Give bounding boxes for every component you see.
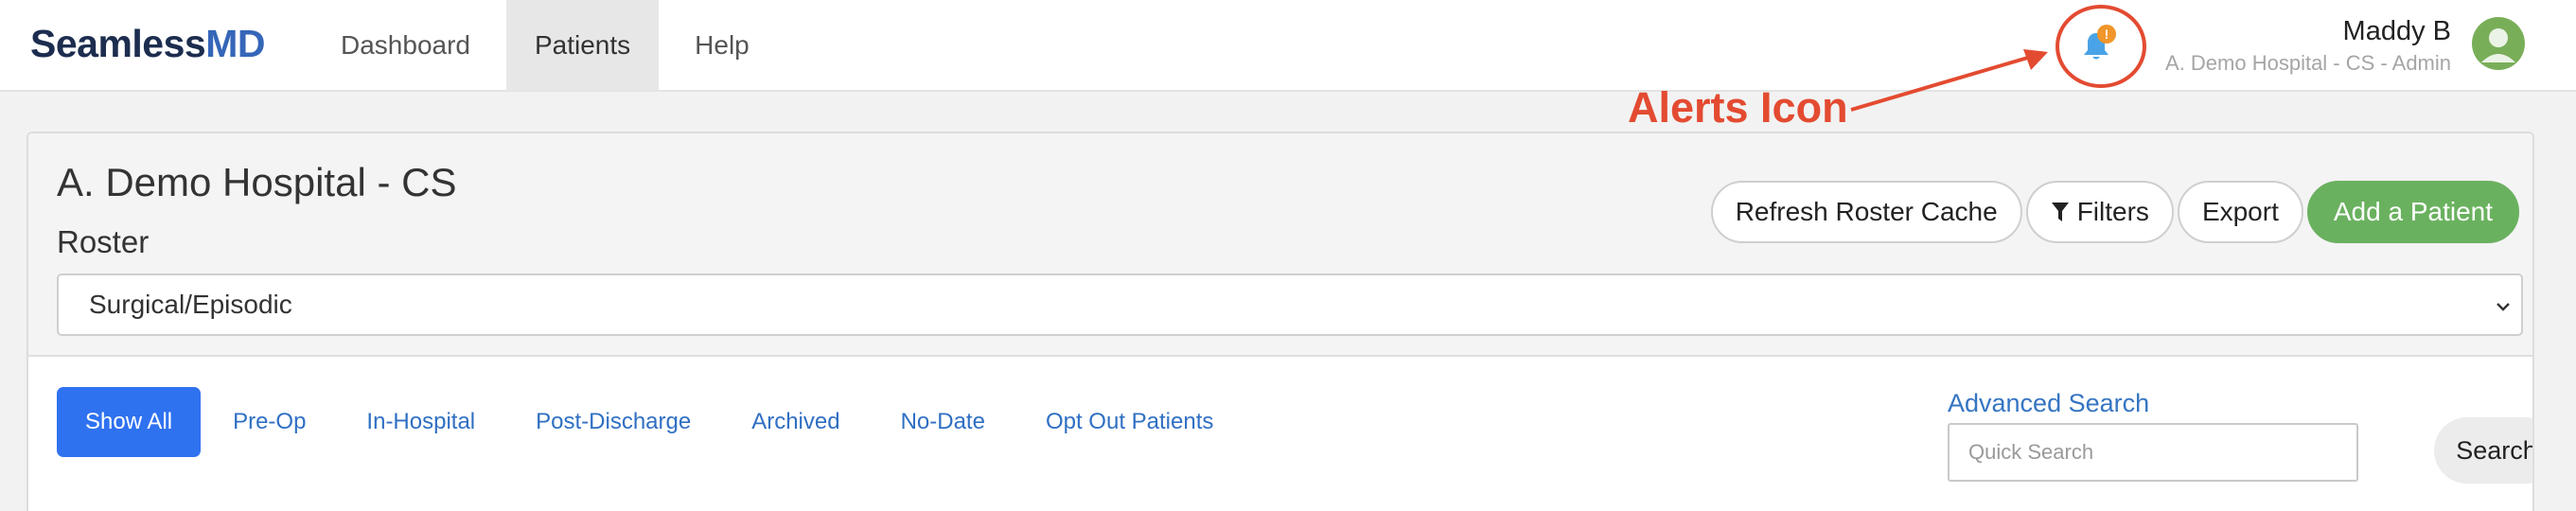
tab-post-discharge[interactable]: Post-Discharge [507,387,719,457]
user-name: Maddy B [2342,16,2451,46]
roster-panel: A. Demo Hospital - CS Roster Refresh Ros… [26,132,2534,511]
main-nav: Dashboard Patients Help [322,0,785,91]
seamlessmd-logo[interactable]: SeamlessMD [30,17,265,70]
advanced-search-link[interactable]: Advanced Search [1948,389,2149,418]
add-patient-button[interactable]: Add a Patient [2306,181,2519,243]
user-info[interactable]: Maddy B A. Demo Hospital - CS - Admin [2165,13,2451,78]
tab-show-all[interactable]: Show All [57,387,202,457]
roster-select-value: Surgical/Episodic [89,290,292,319]
nav-help[interactable]: Help [676,0,768,91]
tab-no-date[interactable]: No-Date [873,387,1014,457]
annotation-arrow-icon [1850,49,2048,112]
search-button[interactable]: Search [2434,417,2532,484]
chevron-down-icon [2497,303,2510,311]
refresh-roster-cache-button[interactable]: Refresh Roster Cache [1710,181,2022,243]
filters-button-label: Filters [2076,197,2149,226]
roster-label: Roster [57,224,150,259]
panel-header: A. Demo Hospital - CS Roster Refresh Ros… [28,133,2532,357]
top-navbar: SeamlessMD Dashboard Patients Help ! Mad… [0,0,2576,92]
avatar[interactable] [2472,17,2525,70]
tab-pre-op[interactable]: Pre-Op [204,387,334,457]
nav-patients[interactable]: Patients [505,0,660,91]
refresh-button-label: Refresh Roster Cache [1735,197,1998,226]
logo-text-part1: Seamless [30,22,206,65]
user-organization: A. Demo Hospital - CS - Admin [2165,51,2451,75]
tab-opt-out-patients[interactable]: Opt Out Patients [1017,387,1242,457]
logo-text-part2: MD [205,22,265,65]
export-button-label: Export [2201,197,2279,226]
filter-icon [2051,201,2070,223]
action-buttons: Refresh Roster Cache Filters Export Add … [1710,181,2519,243]
export-button[interactable]: Export [2177,181,2303,243]
quick-search-input[interactable] [1948,423,2358,482]
filters-button[interactable]: Filters [2025,181,2174,243]
user-avatar-icon [2481,28,2515,62]
annotation-label: Alerts Icon [1628,83,1848,132]
roster-select[interactable]: Surgical/Episodic [57,273,2523,336]
add-patient-button-label: Add a Patient [2333,197,2493,226]
tab-in-hospital[interactable]: In-Hospital [338,387,503,457]
tab-archived[interactable]: Archived [723,387,868,457]
nav-dashboard[interactable]: Dashboard [322,0,489,91]
page-title: A. Demo Hospital - CS [57,160,457,204]
roster-filter-tabs: Show All Pre-Op In-Hospital Post-Dischar… [57,387,1245,457]
